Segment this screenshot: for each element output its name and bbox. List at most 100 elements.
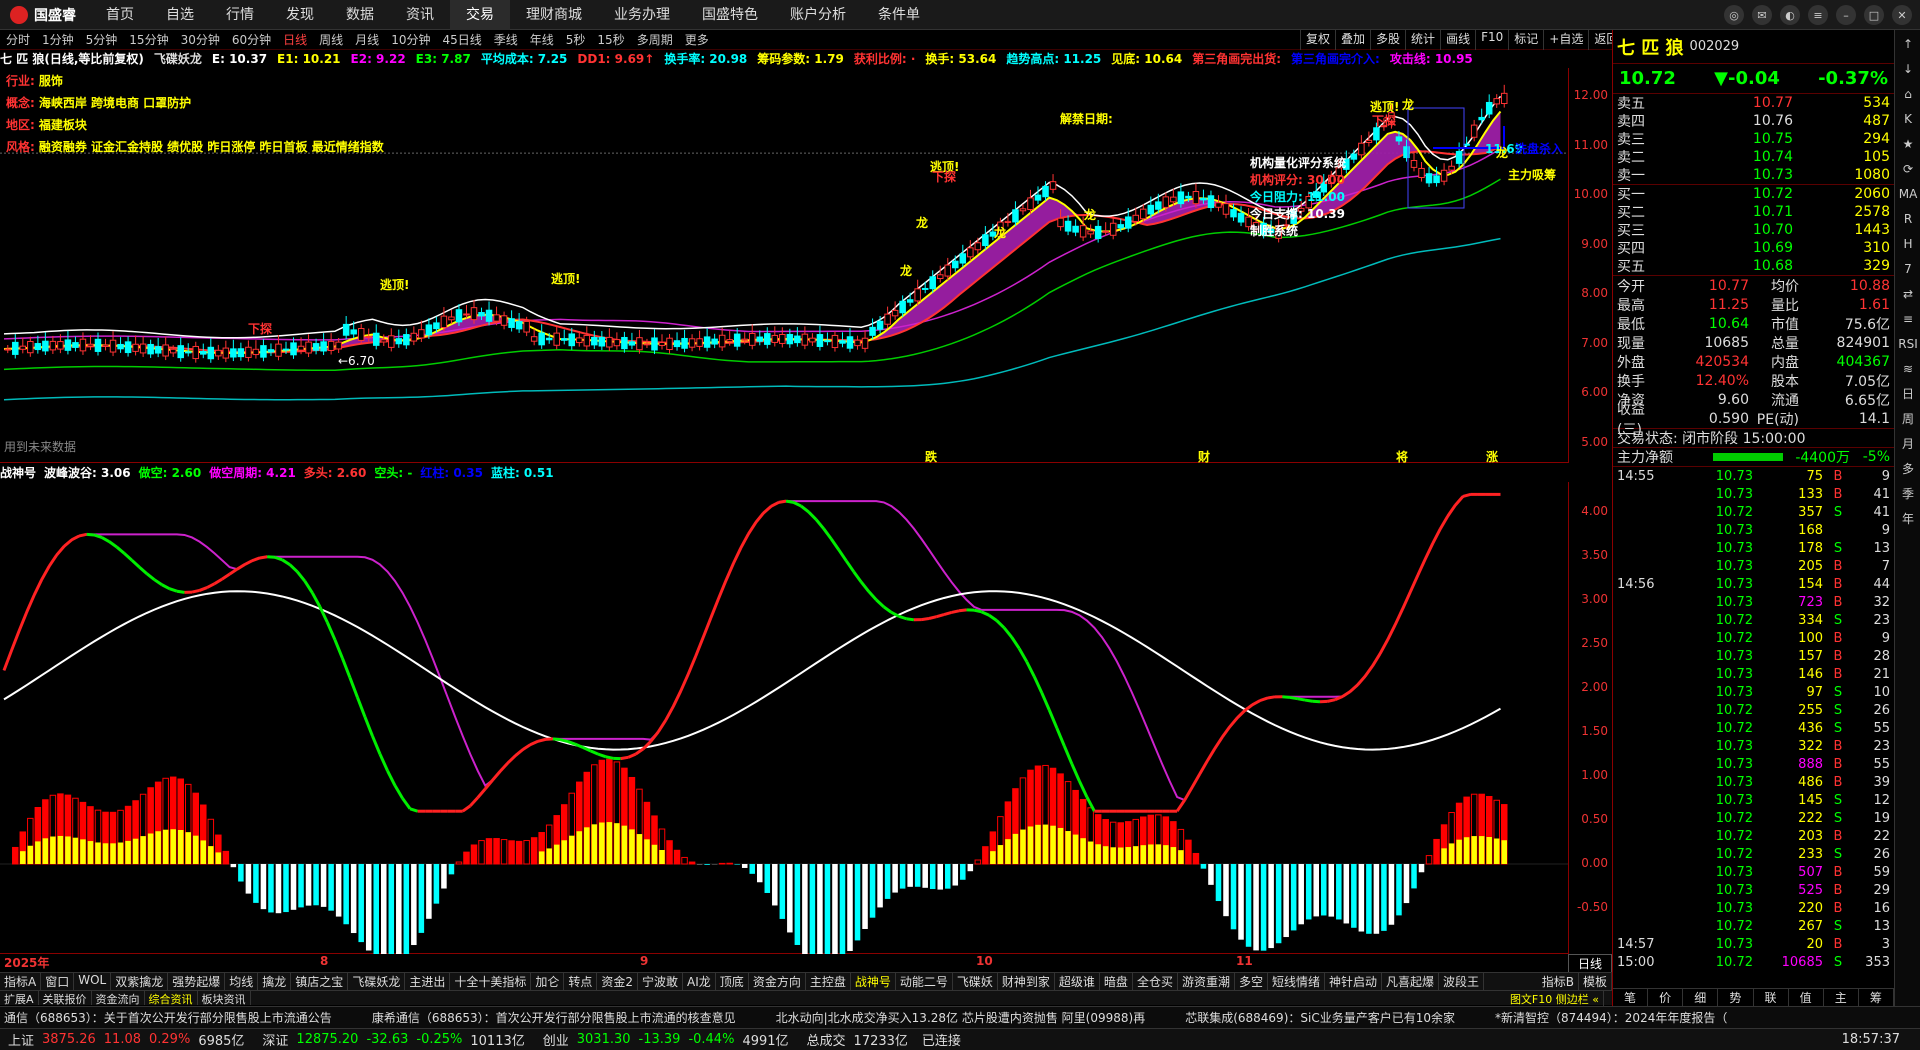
toolbar-button[interactable]: R [1897,208,1919,230]
nav-item[interactable]: 账户分析 [774,0,862,30]
toolbar-button[interactable]: 日 [1897,383,1919,405]
skin-icon[interactable]: ◐ [1780,5,1800,25]
indicator-tab[interactable]: 均线 [225,973,259,990]
indicator-tab[interactable]: 资金2 [597,973,639,990]
buy-level[interactable]: 买三 10.70 1443 [1613,221,1894,239]
toolbar-button[interactable]: ≡ [1897,308,1919,330]
period-tab[interactable]: 15分钟 [123,31,174,48]
period-tab[interactable]: 年线 [524,31,560,48]
indicator-tab-right[interactable]: 模板 [1579,973,1612,990]
indicator-tab[interactable]: 动能二号 [896,973,953,990]
indicator-tab-right[interactable]: 指标B [1538,973,1579,990]
toolbar-button[interactable]: ≋ [1897,358,1919,380]
toolbar-button[interactable]: K [1897,108,1919,130]
period-tab[interactable]: 1分钟 [36,31,80,48]
period-tab[interactable]: 周线 [313,31,349,48]
indicator-tab[interactable]: 窗口 [41,973,75,990]
chart-op-button[interactable]: 多股 [1370,30,1405,50]
nav-item[interactable]: 交易 [450,0,510,30]
indicator-tab[interactable]: 飞碟妖 [953,973,998,990]
indicator-tab[interactable]: 神针启动 [1325,973,1383,990]
nav-item[interactable]: 自选 [150,0,210,30]
quote-panel-tab[interactable]: 细 [1683,989,1719,1006]
chart-op-button[interactable]: 复权 [1300,30,1335,50]
toolbar-button[interactable]: 多 [1897,458,1919,480]
extension-tab[interactable]: 综合资讯 [145,991,198,1006]
quote-panel-tab[interactable]: 势 [1718,989,1754,1006]
news-item[interactable]: 北水动向|北水成交净买入13.28亿 芯片股遭内资抛售 阿里(09988)再 [776,1009,1146,1026]
sell-level[interactable]: 卖四 10.76 487 [1613,112,1894,130]
indicator-tab[interactable]: 战神号 [851,973,896,990]
nav-item[interactable]: 数据 [330,0,390,30]
extension-tab[interactable]: 扩展A [0,991,39,1006]
indicator-tab[interactable]: 强势起爆 [168,973,226,990]
indicator-tab[interactable]: 短线情绪 [1268,973,1325,990]
period-tab[interactable]: 分时 [0,31,36,48]
indicator-tab[interactable]: 指标A [0,973,42,990]
indicator-tab[interactable]: 资金方向 [749,973,806,990]
toolbar-button[interactable]: 周 [1897,408,1919,430]
quote-panel-tab[interactable]: 筹 [1859,989,1894,1006]
buy-level[interactable]: 买二 10.71 2578 [1613,203,1894,221]
chart-op-button[interactable]: 标记 [1508,30,1543,50]
quote-panel-tab[interactable]: 笔 [1613,989,1649,1006]
chart-op-button[interactable]: 统计 [1405,30,1440,50]
quote-panel-tab[interactable]: 值 [1789,989,1824,1006]
nav-item[interactable]: 业务办理 [598,0,686,30]
sub-chart[interactable] [0,482,1568,969]
toolbar-button[interactable]: 7 [1897,258,1919,280]
indicator-tab[interactable]: 加仑 [531,973,565,990]
toolbar-button[interactable]: 月 [1897,433,1919,455]
sell-level[interactable]: 卖一 10.73 1080 [1613,166,1894,184]
indicator-tab[interactable]: 超级谁 [1055,973,1100,990]
indicator-tab[interactable]: 镇店之宝 [291,973,349,990]
extension-tab[interactable]: 资金流向 [92,991,145,1006]
period-tab[interactable]: 更多 [679,31,715,48]
tick-list[interactable]: 14:55 10.73 75 B 9 10.73 133 B 41 10.72 357 S 41 10.7… [1613,467,1894,971]
news-item[interactable]: *新清智控（874494）：2024年年度报告（ [1495,1009,1727,1026]
toolbar-button[interactable]: 季 [1897,483,1919,505]
nav-item[interactable]: 条件单 [862,0,936,30]
period-tab[interactable]: 10分钟 [385,31,436,48]
menu-icon[interactable]: ≡ [1808,5,1828,25]
indicator-tab[interactable]: AI龙 [683,973,716,990]
toolbar-button[interactable]: ⌂ [1897,83,1919,105]
indicator-tab[interactable]: 波段王 [1439,973,1485,990]
toolbar-button[interactable]: 年 [1897,508,1919,530]
indicator-tab[interactable]: 擒龙 [258,973,292,990]
extension-tab[interactable]: 关联报价 [39,991,92,1006]
message-icon[interactable]: ✉ [1752,5,1772,25]
chart-op-button[interactable]: +自选 [1543,30,1588,50]
indicator-tab[interactable]: 财神到家 [998,973,1055,990]
app-logo[interactable]: 国盛睿 [0,5,90,25]
news-item[interactable]: 通信（688653）：关于首次公开发行部分限售股上市流通公告 [4,1009,332,1026]
kline-chart[interactable]: 行业: 服饰 概念: 海峡西岸 跨境电商 口罩防护 地区: 福建板块 风格: 融资融券 证金汇… [0,68,1568,464]
nav-item[interactable]: 国盛特色 [686,0,774,30]
chat-icon[interactable]: ◎ [1724,5,1744,25]
period-tab[interactable]: 5分钟 [80,31,124,48]
sell-level[interactable]: 卖二 10.74 105 [1613,148,1894,166]
indicator-tab[interactable]: WOL [74,973,112,990]
indicator-tab[interactable]: 全仓买 [1133,973,1178,990]
news-item[interactable]: 康希通信（688653）：首次公开发行部分限售股上市流通的核查意见 [372,1009,736,1026]
nav-item[interactable]: 资讯 [390,0,450,30]
toolbar-button[interactable]: RSI [1897,333,1919,355]
toolbar-button[interactable]: ⟳ [1897,158,1919,180]
quote-panel-tab[interactable]: 价 [1648,989,1684,1006]
sell-level[interactable]: 卖三 10.75 294 [1613,130,1894,148]
period-tab[interactable]: 5秒 [560,31,592,48]
period-tab[interactable]: 30分钟 [175,31,226,48]
indicator-tab[interactable]: 暗盘 [1100,973,1133,990]
maximize-icon[interactable]: □ [1864,5,1884,25]
period-toggle[interactable]: 日线 [1568,954,1612,973]
chart-op-button[interactable]: F10 [1475,30,1508,50]
indicator-tab[interactable]: 游资重潮 [1178,973,1235,990]
toolbar-button[interactable]: ★ [1897,133,1919,155]
indicator-tab[interactable]: 飞碟妖龙 [348,973,406,990]
period-tab[interactable]: 季线 [488,31,524,48]
toolbar-button[interactable]: ↓ [1897,58,1919,80]
nav-item[interactable]: 行情 [210,0,270,30]
indicator-tab[interactable]: 双紫擒龙 [111,973,169,990]
indicator-tab[interactable]: 十全十美指标 [450,973,532,990]
extension-tab[interactable]: 板块资讯 [198,991,251,1006]
